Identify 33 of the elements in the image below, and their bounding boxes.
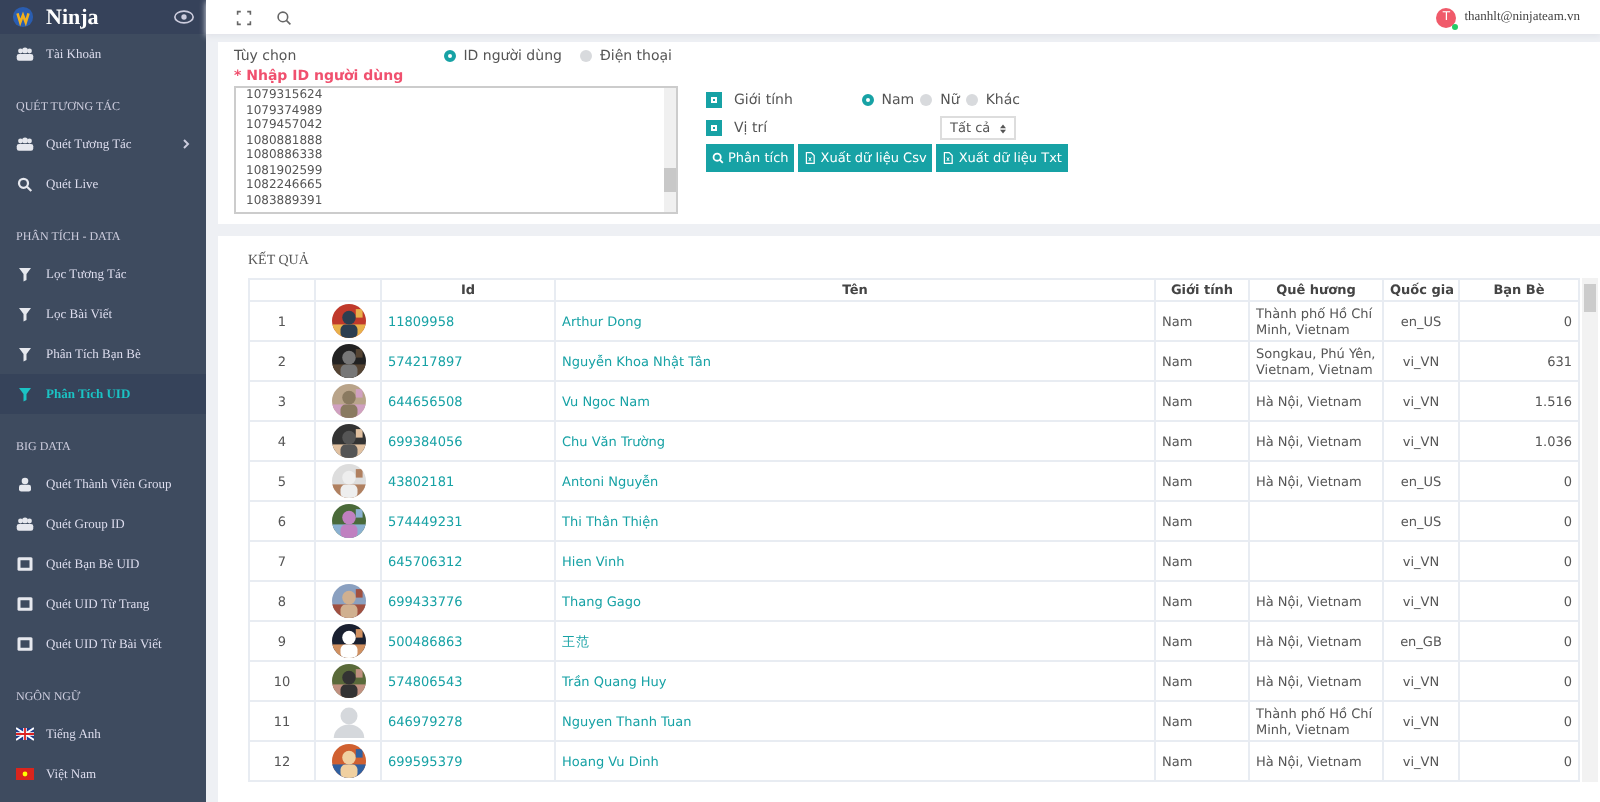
vietnam-flag-icon (16, 766, 34, 782)
checkbox-icon[interactable] (706, 120, 722, 136)
search-icon (16, 176, 34, 192)
fullscreen-icon[interactable] (236, 9, 252, 25)
filter-icon (16, 386, 34, 402)
users-icon (16, 136, 34, 152)
logo-icon (12, 6, 34, 28)
id-card-icon (16, 556, 34, 572)
id-card-icon (16, 636, 34, 652)
default-avatar-icon (331, 704, 365, 738)
user-icon (16, 476, 34, 492)
filter-icon (16, 266, 34, 282)
radio-icon[interactable] (443, 50, 456, 62)
search-icon (712, 152, 724, 164)
radio-icon[interactable] (861, 94, 874, 106)
eye-icon[interactable] (174, 10, 194, 24)
file-icon (942, 152, 955, 164)
radio-icon[interactable] (965, 94, 978, 106)
filter-icon (16, 346, 34, 362)
file-icon (804, 152, 817, 164)
search-icon[interactable] (276, 9, 292, 25)
uk-flag-icon (16, 726, 34, 742)
users-icon (16, 516, 34, 532)
filter-icon (16, 306, 34, 322)
users-icon (16, 46, 34, 62)
sort-arrows-icon (1000, 123, 1007, 133)
id-card-icon (16, 596, 34, 612)
scrollbar[interactable] (1582, 278, 1598, 782)
checkbox-icon[interactable] (706, 92, 722, 108)
radio-icon[interactable] (920, 94, 933, 106)
scrollbar[interactable] (664, 88, 676, 212)
radio-icon[interactable] (579, 50, 592, 62)
brand-name: Ninja (46, 5, 101, 29)
